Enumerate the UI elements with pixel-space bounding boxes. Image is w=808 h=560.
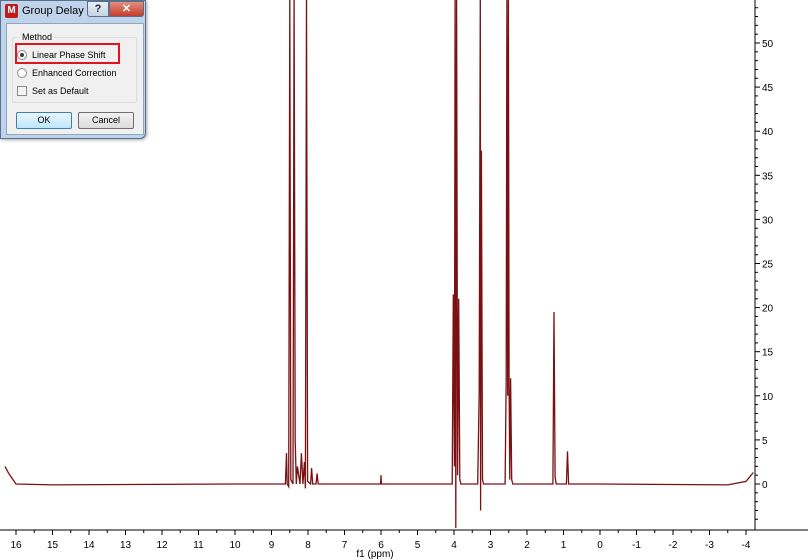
- close-icon: ✕: [121, 3, 132, 15]
- x-tick-label: 16: [10, 540, 22, 551]
- y-tick-label: 40: [762, 127, 774, 138]
- y-tick-label: 45: [762, 83, 774, 94]
- x-tick-label: 0: [597, 540, 603, 551]
- y-tick-label: 35: [762, 171, 774, 182]
- x-tick-label: -2: [669, 540, 678, 551]
- x-axis-ticks: 16 15 14 13 12 11 10 9 8 7 6 5 4 3 2 1 0 -1 -2 -3 -4: [10, 530, 751, 551]
- checkbox-label: Set as Default: [32, 86, 89, 96]
- dialog-body: Method Linear Phase Shift Enhanced Corre…: [6, 23, 144, 135]
- set-as-default-checkbox[interactable]: Set as Default: [17, 85, 89, 97]
- dialog-title: Group Delay: [22, 5, 84, 17]
- y-tick-label: 20: [762, 304, 774, 315]
- x-tick-label: 4: [451, 540, 457, 551]
- x-tick-label: 13: [120, 540, 132, 551]
- radio-selected-icon[interactable]: [17, 49, 27, 60]
- x-tick-label: 10: [229, 540, 241, 551]
- y-tick-label: 0: [762, 480, 768, 491]
- x-tick-label: 5: [415, 540, 421, 551]
- option-label: Linear Phase Shift: [32, 50, 106, 60]
- option-label: Enhanced Correction: [32, 68, 117, 78]
- x-axis-label: f1 (ppm): [356, 549, 393, 560]
- x-tick-label: 7: [342, 540, 348, 551]
- y-tick-label: 5: [762, 436, 768, 447]
- x-tick-label: 11: [193, 540, 204, 551]
- x-tick-label: 14: [83, 540, 95, 551]
- x-tick-label: 2: [524, 540, 530, 551]
- cancel-button[interactable]: Cancel: [78, 112, 134, 129]
- x-tick-label: 9: [269, 540, 275, 551]
- x-tick-label: 8: [305, 540, 311, 551]
- y-tick-label: 15: [762, 348, 774, 359]
- help-icon: ?: [94, 3, 102, 15]
- y-tick-label: 25: [762, 260, 774, 271]
- option-linear-phase-shift[interactable]: Linear Phase Shift: [17, 49, 106, 61]
- y-axis-ticks: 50454035302520151050: [755, 7, 774, 520]
- x-tick-label: 12: [156, 540, 168, 551]
- x-tick-label: -1: [632, 540, 641, 551]
- close-button[interactable]: ✕: [109, 1, 144, 17]
- x-tick-label: 3: [488, 540, 494, 551]
- x-tick-label: 1: [561, 540, 567, 551]
- x-tick-label: 15: [47, 540, 59, 551]
- y-tick-label: 30: [762, 215, 774, 226]
- y-tick-label: 50: [762, 39, 774, 50]
- group-delay-dialog: M Group Delay ? ✕ Method Linear Phase Sh…: [0, 0, 146, 139]
- ok-button[interactable]: OK: [16, 112, 72, 129]
- help-button[interactable]: ?: [87, 1, 109, 17]
- y-tick-label: 10: [762, 392, 774, 403]
- method-group-label: Method: [20, 32, 55, 42]
- option-enhanced-correction[interactable]: Enhanced Correction: [17, 67, 117, 79]
- app-logo-icon: M: [5, 4, 18, 18]
- dialog-titlebar[interactable]: M Group Delay ? ✕: [1, 1, 145, 22]
- x-tick-label: -4: [742, 540, 751, 551]
- checkbox-icon[interactable]: [17, 85, 27, 96]
- radio-unselected-icon[interactable]: [17, 67, 27, 78]
- x-tick-label: -3: [705, 540, 714, 551]
